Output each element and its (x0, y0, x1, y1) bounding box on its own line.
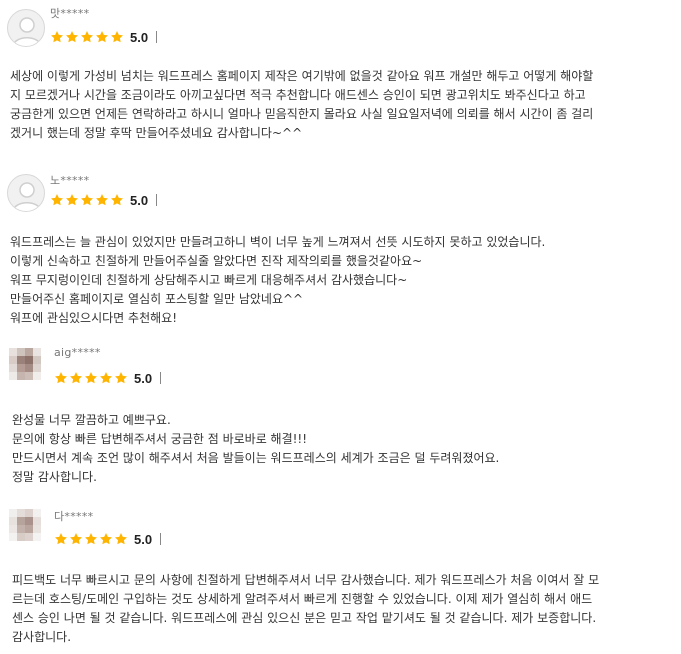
review-text: 피드백도 너무 빠르시고 문의 사항에 친절하게 답변해주셔서 너무 감사했습니… (12, 571, 673, 647)
star-icon (55, 533, 67, 545)
rating-row: 5.0 (50, 192, 158, 208)
review-text: 워드프레스는 늘 관심이 있었지만 만들려고하니 벽이 너무 높게 느껴져서 선… (10, 233, 673, 328)
rating-score: 5.0 (134, 370, 153, 386)
star-icon (111, 31, 123, 43)
review-line: 워프에 관심있으시다면 추천해요! (10, 311, 178, 325)
rating-score: 5.0 (134, 531, 153, 547)
star-icon (111, 194, 123, 206)
divider (160, 533, 162, 545)
reviewer-username: aig***** (54, 346, 101, 359)
review-line: 세상에 이렇게 가성비 넘치는 워드프레스 홈페이지 제작은 여기밖에 없을것 … (10, 69, 594, 83)
review-line: 센스 승인 나면 될 것 같습니다. 워드프레스에 관심 있으신 분은 믿고 작… (12, 611, 597, 625)
review-text: 세상에 이렇게 가성비 넘치는 워드프레스 홈페이지 제작은 여기밖에 없을것 … (10, 67, 673, 143)
star-icon (51, 194, 63, 206)
rating-score: 5.0 (130, 29, 149, 45)
review-line: 만들어주신 홈페이지로 열심히 포스팅할 일만 남았네요^^ (10, 292, 304, 306)
reviewer-username: 노***** (50, 174, 90, 187)
review-line: 워프 무지렁이인데 친절하게 상담해주시고 빠르게 대응해주셔서 감사했습니다~ (10, 273, 408, 287)
star-icon (96, 31, 108, 43)
reviewer-username: 다***** (54, 510, 94, 523)
default-avatar-icon (7, 9, 45, 47)
review-line: 만드시면서 계속 조언 많이 해주셔서 처음 발들이는 워드프레스의 세계가 조… (12, 451, 500, 465)
divider (156, 194, 158, 206)
rating-row: 5.0 (50, 29, 158, 45)
review-line: 워드프레스는 늘 관심이 있었지만 만들려고하니 벽이 너무 높게 느껴져서 선… (10, 235, 546, 249)
reviewer-username: 맛***** (50, 7, 90, 20)
default-avatar-icon (7, 174, 45, 212)
review-line: 겠거니 했는데 정말 후딱 만들어주셨네요 감사합니다~^^ (10, 126, 303, 140)
star-icon (66, 31, 78, 43)
rating-row: 5.0 (54, 531, 162, 547)
divider (156, 31, 158, 43)
star-icon (85, 372, 97, 384)
review-line: 지 모르겠거나 시간을 조금이라도 아끼고싶다면 적극 추천합니다 애드센스 승… (10, 88, 586, 102)
review-line: 르는데 호스팅/도메인 구입하는 것도 상세하게 알려주셔서 빠르게 진행할 수… (12, 592, 593, 606)
star-rating (50, 193, 124, 207)
divider (160, 372, 162, 384)
star-rating (54, 371, 128, 385)
star-icon (100, 533, 112, 545)
star-icon (96, 194, 108, 206)
star-icon (70, 372, 82, 384)
review-line: 궁금한게 있으면 언제든 연락하라고 하시니 얼마나 믿음직한지 몰라요 사실 … (10, 107, 594, 121)
review-line: 피드백도 너무 빠르시고 문의 사항에 친절하게 답변해주셔서 너무 감사했습니… (12, 573, 600, 587)
star-icon (115, 372, 127, 384)
rating-score: 5.0 (130, 192, 149, 208)
review-line: 정말 감사합니다. (12, 470, 97, 484)
review-line: 완성물 너무 깔끔하고 예쁘구요. (12, 413, 171, 427)
star-icon (81, 31, 93, 43)
star-icon (70, 533, 82, 545)
star-icon (51, 31, 63, 43)
star-icon (81, 194, 93, 206)
review-text: 완성물 너무 깔끔하고 예쁘구요. 문의에 항상 빠른 답변해주셔서 궁금한 점… (12, 411, 673, 487)
star-rating (50, 30, 124, 44)
star-icon (85, 533, 97, 545)
reviewer-photo (9, 348, 41, 380)
star-icon (55, 372, 67, 384)
star-icon (115, 533, 127, 545)
rating-row: 5.0 (54, 370, 162, 386)
reviewer-photo (9, 509, 41, 541)
review-line: 이렇게 신속하고 친절하게 만들어주실줄 알았다면 진작 제작의뢰를 했을것같아… (10, 254, 423, 268)
star-icon (66, 194, 78, 206)
star-rating (54, 532, 128, 546)
review-line: 문의에 항상 빠른 답변해주셔서 궁금한 점 바로바로 해결!!! (12, 432, 308, 446)
star-icon (100, 372, 112, 384)
review-line: 감사합니다. (12, 630, 72, 644)
